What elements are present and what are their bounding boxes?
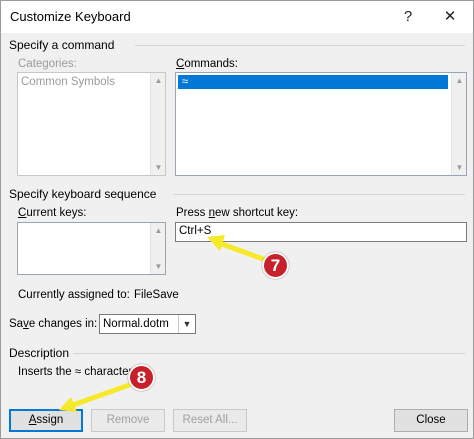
arrowhead-step7 — [207, 235, 225, 251]
customize-keyboard-dialog: Customize Keyboard ? ✕ Specify a command… — [0, 0, 474, 439]
annotation-arrows — [59, 235, 266, 412]
step-7-badge: 7 — [262, 252, 289, 279]
arrow-step8 — [70, 382, 132, 408]
arrow-step7 — [216, 240, 266, 262]
step-8-badge: 8 — [128, 364, 155, 391]
